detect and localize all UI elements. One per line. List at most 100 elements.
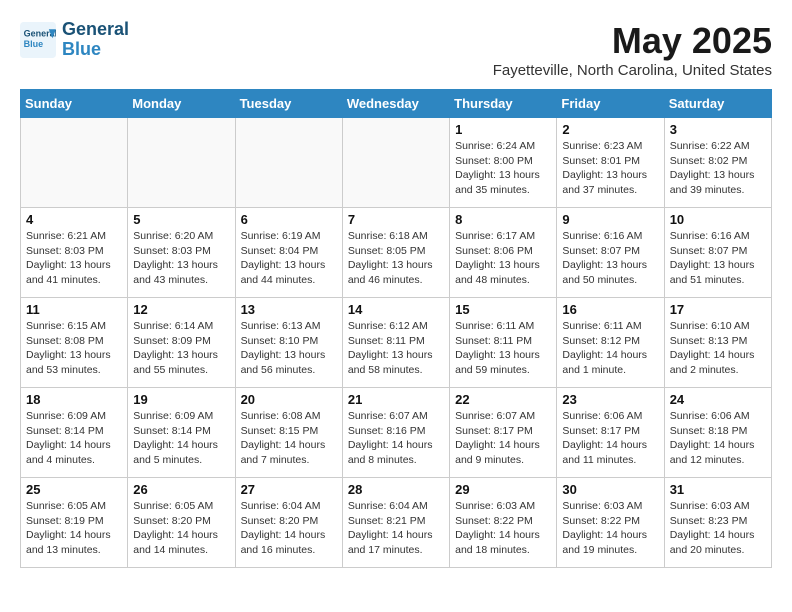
day-info: Sunrise: 6:18 AM Sunset: 8:05 PM Dayligh… xyxy=(348,229,444,288)
title-block: May 2025 Fayetteville, North Carolina, U… xyxy=(493,20,772,79)
calendar-cell: 28 Sunrise: 6:04 AM Sunset: 8:21 PM Dayli… xyxy=(342,478,449,568)
calendar-cell: 9Sunrise: 6:16 AM Sunset: 8:07 PM Daylig… xyxy=(557,208,664,298)
day-info: Sunrise: 6:03 AM Sunset: 8:23 PM Dayligh… xyxy=(670,499,766,558)
day-info: Sunrise: 6:09 AM Sunset: 8:14 PM Dayligh… xyxy=(133,409,229,468)
weekday-header-tuesday: Tuesday xyxy=(235,90,342,118)
day-info: Sunrise: 6:14 AM Sunset: 8:09 PM Dayligh… xyxy=(133,319,229,378)
calendar-cell: 16 Sunrise: 6:11 AM Sunset: 8:12 PM Dayli… xyxy=(557,298,664,388)
day-info: Sunrise: 6:11 AM Sunset: 8:12 PM Dayligh… xyxy=(562,319,658,378)
day-number: 5 xyxy=(133,212,229,227)
weekday-header-sunday: Sunday xyxy=(21,90,128,118)
calendar-cell: 11 Sunrise: 6:15 AM Sunset: 8:08 PM Dayli… xyxy=(21,298,128,388)
day-info: Sunrise: 6:07 AM Sunset: 8:16 PM Dayligh… xyxy=(348,409,444,468)
svg-text:Blue: Blue xyxy=(24,39,44,49)
calendar-cell: 30Sunrise: 6:03 AM Sunset: 8:22 PM Dayli… xyxy=(557,478,664,568)
calendar-cell: 12Sunrise: 6:14 AM Sunset: 8:09 PM Dayli… xyxy=(128,298,235,388)
calendar-cell: 5 Sunrise: 6:20 AM Sunset: 8:03 PM Daylig… xyxy=(128,208,235,298)
day-number: 9 xyxy=(562,212,658,227)
day-info: Sunrise: 6:05 AM Sunset: 8:19 PM Dayligh… xyxy=(26,499,122,558)
calendar-cell: 4 Sunrise: 6:21 AM Sunset: 8:03 PM Daylig… xyxy=(21,208,128,298)
calendar-title: May 2025 xyxy=(493,20,772,62)
day-info: Sunrise: 6:03 AM Sunset: 8:22 PM Dayligh… xyxy=(562,499,658,558)
calendar-cell: 2 Sunrise: 6:23 AM Sunset: 8:01 PM Daylig… xyxy=(557,118,664,208)
logo: General Blue General Blue xyxy=(20,20,129,60)
day-number: 15 xyxy=(455,302,551,317)
day-info: Sunrise: 6:13 AM Sunset: 8:10 PM Dayligh… xyxy=(241,319,337,378)
day-number: 20 xyxy=(241,392,337,407)
calendar-cell: 17Sunrise: 6:10 AM Sunset: 8:13 PM Dayli… xyxy=(664,298,771,388)
calendar-cell: 21 Sunrise: 6:07 AM Sunset: 8:16 PM Dayli… xyxy=(342,388,449,478)
weekday-header-thursday: Thursday xyxy=(450,90,557,118)
day-info: Sunrise: 6:24 AM Sunset: 8:00 PM Dayligh… xyxy=(455,139,551,198)
calendar-cell: 3 Sunrise: 6:22 AM Sunset: 8:02 PM Daylig… xyxy=(664,118,771,208)
day-number: 28 xyxy=(348,482,444,497)
day-number: 31 xyxy=(670,482,766,497)
day-info: Sunrise: 6:16 AM Sunset: 8:07 PM Dayligh… xyxy=(670,229,766,288)
calendar-cell: 6Sunrise: 6:19 AM Sunset: 8:04 PM Daylig… xyxy=(235,208,342,298)
calendar-cell xyxy=(235,118,342,208)
day-info: Sunrise: 6:06 AM Sunset: 8:18 PM Dayligh… xyxy=(670,409,766,468)
day-number: 3 xyxy=(670,122,766,137)
day-info: Sunrise: 6:15 AM Sunset: 8:08 PM Dayligh… xyxy=(26,319,122,378)
day-number: 21 xyxy=(348,392,444,407)
weekday-header-wednesday: Wednesday xyxy=(342,90,449,118)
day-info: Sunrise: 6:21 AM Sunset: 8:03 PM Dayligh… xyxy=(26,229,122,288)
weekday-header-monday: Monday xyxy=(128,90,235,118)
day-info: Sunrise: 6:07 AM Sunset: 8:17 PM Dayligh… xyxy=(455,409,551,468)
day-info: Sunrise: 6:12 AM Sunset: 8:11 PM Dayligh… xyxy=(348,319,444,378)
day-number: 24 xyxy=(670,392,766,407)
calendar-cell: 1 Sunrise: 6:24 AM Sunset: 8:00 PM Daylig… xyxy=(450,118,557,208)
calendar-cell xyxy=(21,118,128,208)
day-number: 4 xyxy=(26,212,122,227)
calendar-cell: 23 Sunrise: 6:06 AM Sunset: 8:17 PM Dayli… xyxy=(557,388,664,478)
calendar-cell xyxy=(128,118,235,208)
page-header: General Blue General Blue May 2025 Fayet… xyxy=(20,20,772,79)
calendar-cell: 29Sunrise: 6:03 AM Sunset: 8:22 PM Dayli… xyxy=(450,478,557,568)
day-number: 8 xyxy=(455,212,551,227)
day-number: 27 xyxy=(241,482,337,497)
day-info: Sunrise: 6:10 AM Sunset: 8:13 PM Dayligh… xyxy=(670,319,766,378)
day-number: 2 xyxy=(562,122,658,137)
day-info: Sunrise: 6:11 AM Sunset: 8:11 PM Dayligh… xyxy=(455,319,551,378)
calendar-cell: 15 Sunrise: 6:11 AM Sunset: 8:11 PM Dayli… xyxy=(450,298,557,388)
day-number: 1 xyxy=(455,122,551,137)
calendar-week-4: 18 Sunrise: 6:09 AM Sunset: 8:14 PM Dayli… xyxy=(21,388,772,478)
day-info: Sunrise: 6:08 AM Sunset: 8:15 PM Dayligh… xyxy=(241,409,337,468)
weekday-header-saturday: Saturday xyxy=(664,90,771,118)
day-number: 16 xyxy=(562,302,658,317)
calendar-cell: 31 Sunrise: 6:03 AM Sunset: 8:23 PM Dayli… xyxy=(664,478,771,568)
calendar-cell xyxy=(342,118,449,208)
day-number: 29 xyxy=(455,482,551,497)
day-info: Sunrise: 6:22 AM Sunset: 8:02 PM Dayligh… xyxy=(670,139,766,198)
calendar-week-2: 4 Sunrise: 6:21 AM Sunset: 8:03 PM Daylig… xyxy=(21,208,772,298)
day-number: 19 xyxy=(133,392,229,407)
day-number: 11 xyxy=(26,302,122,317)
calendar-cell: 25Sunrise: 6:05 AM Sunset: 8:19 PM Dayli… xyxy=(21,478,128,568)
calendar-cell: 20 Sunrise: 6:08 AM Sunset: 8:15 PM Dayli… xyxy=(235,388,342,478)
day-info: Sunrise: 6:04 AM Sunset: 8:21 PM Dayligh… xyxy=(348,499,444,558)
logo-icon: General Blue xyxy=(20,22,56,58)
calendar-cell: 18 Sunrise: 6:09 AM Sunset: 8:14 PM Dayli… xyxy=(21,388,128,478)
day-info: Sunrise: 6:23 AM Sunset: 8:01 PM Dayligh… xyxy=(562,139,658,198)
calendar-week-5: 25Sunrise: 6:05 AM Sunset: 8:19 PM Dayli… xyxy=(21,478,772,568)
calendar-cell: 8Sunrise: 6:17 AM Sunset: 8:06 PM Daylig… xyxy=(450,208,557,298)
calendar-location: Fayetteville, North Carolina, United Sta… xyxy=(493,62,772,79)
day-info: Sunrise: 6:20 AM Sunset: 8:03 PM Dayligh… xyxy=(133,229,229,288)
day-info: Sunrise: 6:04 AM Sunset: 8:20 PM Dayligh… xyxy=(241,499,337,558)
day-number: 22 xyxy=(455,392,551,407)
day-info: Sunrise: 6:19 AM Sunset: 8:04 PM Dayligh… xyxy=(241,229,337,288)
day-number: 23 xyxy=(562,392,658,407)
day-number: 14 xyxy=(348,302,444,317)
day-info: Sunrise: 6:06 AM Sunset: 8:17 PM Dayligh… xyxy=(562,409,658,468)
calendar-header-row: SundayMondayTuesdayWednesdayThursdayFrid… xyxy=(21,90,772,118)
day-number: 13 xyxy=(241,302,337,317)
calendar-cell: 19 Sunrise: 6:09 AM Sunset: 8:14 PM Dayli… xyxy=(128,388,235,478)
logo-text: General Blue xyxy=(62,20,129,60)
day-info: Sunrise: 6:09 AM Sunset: 8:14 PM Dayligh… xyxy=(26,409,122,468)
day-number: 18 xyxy=(26,392,122,407)
weekday-header-friday: Friday xyxy=(557,90,664,118)
day-number: 7 xyxy=(348,212,444,227)
day-info: Sunrise: 6:05 AM Sunset: 8:20 PM Dayligh… xyxy=(133,499,229,558)
calendar-cell: 10Sunrise: 6:16 AM Sunset: 8:07 PM Dayli… xyxy=(664,208,771,298)
day-number: 26 xyxy=(133,482,229,497)
